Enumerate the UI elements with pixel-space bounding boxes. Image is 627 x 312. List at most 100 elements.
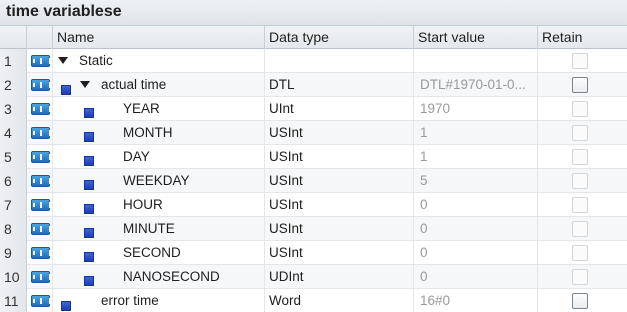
member-square-icon	[84, 276, 94, 286]
column-header-retain[interactable]: Retain	[538, 26, 627, 49]
data-type-cell[interactable]	[265, 49, 414, 73]
table-row[interactable]: 2 actual time DTL DTL#1970-01-0...	[0, 73, 627, 97]
name-cell[interactable]: error time	[53, 289, 265, 312]
start-value-cell[interactable]: 0	[414, 265, 538, 289]
window-title: time variablese	[6, 3, 122, 20]
table-row[interactable]: 5 DAY USInt 1	[0, 145, 627, 169]
db-interface-icon	[31, 79, 51, 91]
variable-name: actual time	[101, 77, 167, 92]
row-icon-cell	[27, 241, 53, 265]
variable-name: NANOSECOND	[123, 269, 220, 284]
retain-checkbox[interactable]	[572, 53, 588, 69]
icon-header	[27, 26, 53, 49]
member-square-icon	[61, 301, 71, 311]
start-value-cell[interactable]: 0	[414, 241, 538, 265]
row-number: 5	[0, 145, 27, 169]
data-type-cell[interactable]: UInt	[265, 97, 414, 121]
member-square-icon	[84, 228, 94, 238]
db-interface-icon	[31, 55, 51, 67]
start-value-cell[interactable]: 1	[414, 145, 538, 169]
retain-checkbox[interactable]	[572, 173, 588, 189]
start-value-cell[interactable]: DTL#1970-01-0...	[414, 73, 538, 97]
name-cell[interactable]: actual time	[53, 73, 265, 97]
db-interface-icon	[31, 223, 51, 235]
name-cell[interactable]: SECOND	[53, 241, 265, 265]
table-row[interactable]: 8 MINUTE USInt 0	[0, 217, 627, 241]
start-value-cell[interactable]: 1	[414, 121, 538, 145]
table-row[interactable]: 11 error time Word 16#0	[0, 289, 627, 312]
table-row[interactable]: 1 Static	[0, 49, 627, 73]
data-type-cell[interactable]: Word	[265, 289, 414, 312]
row-number: 9	[0, 241, 27, 265]
start-value-cell[interactable]	[414, 49, 538, 73]
row-number: 1	[0, 49, 27, 73]
retain-checkbox[interactable]	[572, 149, 588, 165]
table-row[interactable]: 10 NANOSECOND UDInt 0	[0, 265, 627, 289]
retain-cell	[538, 289, 627, 312]
retain-cell	[538, 193, 627, 217]
expand-caret-icon[interactable]	[58, 57, 68, 64]
db-interface-icon	[31, 103, 51, 115]
db-interface-icon	[31, 127, 51, 139]
table-row[interactable]: 9 SECOND USInt 0	[0, 241, 627, 265]
name-cell[interactable]: Static	[53, 49, 265, 73]
row-icon-cell	[27, 73, 53, 97]
data-type-cell[interactable]: USInt	[265, 121, 414, 145]
row-number: 3	[0, 97, 27, 121]
member-square-icon	[61, 85, 71, 95]
variable-name: MINUTE	[123, 221, 175, 236]
name-cell[interactable]: NANOSECOND	[53, 265, 265, 289]
start-value-cell[interactable]: 1970	[414, 97, 538, 121]
variable-name: error time	[101, 293, 159, 308]
data-type-cell[interactable]: DTL	[265, 73, 414, 97]
row-number: 7	[0, 193, 27, 217]
retain-checkbox[interactable]	[572, 293, 588, 309]
data-type-cell[interactable]: USInt	[265, 193, 414, 217]
row-icon-cell	[27, 193, 53, 217]
retain-cell	[538, 145, 627, 169]
expand-caret-icon[interactable]	[80, 81, 90, 88]
retain-cell	[538, 73, 627, 97]
table-row[interactable]: 7 HOUR USInt 0	[0, 193, 627, 217]
member-square-icon	[84, 108, 94, 118]
row-number: 6	[0, 169, 27, 193]
start-value-cell[interactable]: 16#0	[414, 289, 538, 312]
retain-checkbox[interactable]	[572, 125, 588, 141]
row-icon-cell	[27, 217, 53, 241]
name-cell[interactable]: MONTH	[53, 121, 265, 145]
row-number: 10	[0, 265, 27, 289]
data-type-cell[interactable]: USInt	[265, 241, 414, 265]
data-type-cell[interactable]: UDInt	[265, 265, 414, 289]
retain-cell	[538, 217, 627, 241]
row-icon-cell	[27, 97, 53, 121]
name-cell[interactable]: YEAR	[53, 97, 265, 121]
table-row[interactable]: 3 YEAR UInt 1970	[0, 97, 627, 121]
column-header-name[interactable]: Name	[53, 26, 265, 49]
retain-checkbox[interactable]	[572, 269, 588, 285]
retain-checkbox[interactable]	[572, 101, 588, 117]
retain-checkbox[interactable]	[572, 77, 588, 93]
retain-checkbox[interactable]	[572, 197, 588, 213]
variable-name: YEAR	[123, 101, 160, 116]
retain-checkbox[interactable]	[572, 221, 588, 237]
column-header-start-value[interactable]: Start value	[414, 26, 538, 49]
retain-checkbox[interactable]	[572, 245, 588, 261]
data-type-cell[interactable]: USInt	[265, 145, 414, 169]
table-row[interactable]: 6 WEEKDAY USInt 5	[0, 169, 627, 193]
start-value-cell[interactable]: 5	[414, 169, 538, 193]
table-header: Name Data type Start value Retain	[0, 26, 627, 49]
name-cell[interactable]: MINUTE	[53, 217, 265, 241]
name-cell[interactable]: HOUR	[53, 193, 265, 217]
start-value-cell[interactable]: 0	[414, 193, 538, 217]
column-header-data-type[interactable]: Data type	[265, 26, 414, 49]
rownum-header	[0, 26, 27, 49]
variable-name: Static	[79, 53, 113, 68]
table-row[interactable]: 4 MONTH USInt 1	[0, 121, 627, 145]
data-type-cell[interactable]: USInt	[265, 169, 414, 193]
start-value-cell[interactable]: 0	[414, 217, 538, 241]
data-type-cell[interactable]: USInt	[265, 217, 414, 241]
name-cell[interactable]: WEEKDAY	[53, 169, 265, 193]
variable-name: HOUR	[123, 197, 163, 212]
row-number: 4	[0, 121, 27, 145]
name-cell[interactable]: DAY	[53, 145, 265, 169]
